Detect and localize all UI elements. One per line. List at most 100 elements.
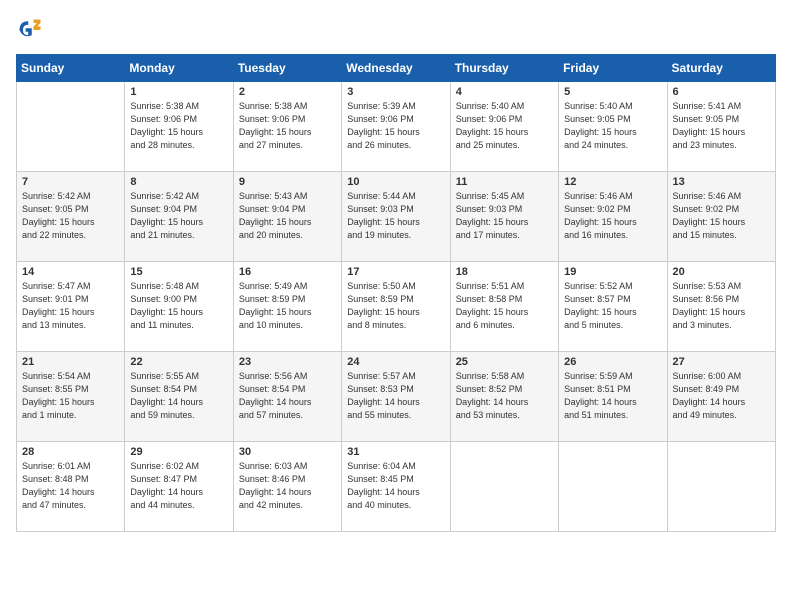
day-number: 24 [347,356,444,368]
day-number: 30 [239,446,336,458]
calendar-week-row: 7Sunrise: 5:42 AM Sunset: 9:05 PM Daylig… [17,172,776,262]
day-number: 26 [564,356,661,368]
day-info: Sunrise: 5:40 AM Sunset: 9:06 PM Dayligh… [456,100,553,152]
day-number: 8 [130,176,227,188]
day-number: 2 [239,86,336,98]
day-number: 15 [130,266,227,278]
calendar-cell: 17 Sunrise: 5:50 AM Sunset: 8:59 PM Dayli… [342,262,450,352]
calendar-cell: 19Sunrise: 5:52 AM Sunset: 8:57 PM Dayli… [559,262,667,352]
day-number: 17 [347,266,444,278]
day-info: Sunrise: 5:38 AM Sunset: 9:06 PM Dayligh… [130,100,227,152]
calendar-cell: 15 Sunrise: 5:48 AM Sunset: 9:00 PM Dayli… [125,262,233,352]
day-number: 18 [456,266,553,278]
day-number: 23 [239,356,336,368]
day-number: 25 [456,356,553,368]
calendar-cell: 30 Sunrise: 6:03 AM Sunset: 8:46 PM Dayli… [233,442,341,532]
day-number: 6 [673,86,770,98]
day-info: Sunrise: 6:02 AM Sunset: 8:47 PM Dayligh… [130,460,227,512]
day-header-thursday: Thursday [450,55,558,82]
day-info: Sunrise: 5:42 AM Sunset: 9:04 PM Dayligh… [130,190,227,242]
calendar-week-row: 1Sunrise: 5:38 AM Sunset: 9:06 PM Daylig… [17,82,776,172]
calendar-header-row: SundayMondayTuesdayWednesdayThursdayFrid… [17,55,776,82]
day-info: Sunrise: 5:58 AM Sunset: 8:52 PM Dayligh… [456,370,553,422]
calendar-cell: 9Sunrise: 5:43 AM Sunset: 9:04 PM Daylig… [233,172,341,262]
day-header-sunday: Sunday [17,55,125,82]
day-info: Sunrise: 5:47 AM Sunset: 9:01 PM Dayligh… [22,280,119,332]
day-header-tuesday: Tuesday [233,55,341,82]
day-info: Sunrise: 5:51 AM Sunset: 8:58 PM Dayligh… [456,280,553,332]
calendar-week-row: 14Sunrise: 5:47 AM Sunset: 9:01 PM Dayli… [17,262,776,352]
calendar-cell: 7Sunrise: 5:42 AM Sunset: 9:05 PM Daylig… [17,172,125,262]
day-number: 4 [456,86,553,98]
calendar-cell: 12 Sunrise: 5:46 AM Sunset: 9:02 PM Dayli… [559,172,667,262]
calendar-cell: 6 Sunrise: 5:41 AM Sunset: 9:05 PM Daylig… [667,82,775,172]
day-info: Sunrise: 5:45 AM Sunset: 9:03 PM Dayligh… [456,190,553,242]
calendar-cell: 11 Sunrise: 5:45 AM Sunset: 9:03 PM Dayli… [450,172,558,262]
day-info: Sunrise: 6:00 AM Sunset: 8:49 PM Dayligh… [673,370,770,422]
day-info: Sunrise: 6:04 AM Sunset: 8:45 PM Dayligh… [347,460,444,512]
day-info: Sunrise: 5:55 AM Sunset: 8:54 PM Dayligh… [130,370,227,422]
day-number: 20 [673,266,770,278]
calendar-cell: 20 Sunrise: 5:53 AM Sunset: 8:56 PM Dayli… [667,262,775,352]
day-info: Sunrise: 5:59 AM Sunset: 8:51 PM Dayligh… [564,370,661,422]
day-number: 31 [347,446,444,458]
day-number: 27 [673,356,770,368]
calendar-cell: 4 Sunrise: 5:40 AM Sunset: 9:06 PM Daylig… [450,82,558,172]
calendar-cell: 24 Sunrise: 5:57 AM Sunset: 8:53 PM Dayli… [342,352,450,442]
calendar-cell: 8 Sunrise: 5:42 AM Sunset: 9:04 PM Daylig… [125,172,233,262]
day-number: 5 [564,86,661,98]
day-number: 21 [22,356,119,368]
calendar-cell: 5Sunrise: 5:40 AM Sunset: 9:05 PM Daylig… [559,82,667,172]
calendar-cell: 26 Sunrise: 5:59 AM Sunset: 8:51 PM Dayli… [559,352,667,442]
day-info: Sunrise: 5:57 AM Sunset: 8:53 PM Dayligh… [347,370,444,422]
day-number: 11 [456,176,553,188]
day-number: 13 [673,176,770,188]
day-info: Sunrise: 5:44 AM Sunset: 9:03 PM Dayligh… [347,190,444,242]
day-info: Sunrise: 5:56 AM Sunset: 8:54 PM Dayligh… [239,370,336,422]
day-number: 7 [22,176,119,188]
calendar-week-row: 21 Sunrise: 5:54 AM Sunset: 8:55 PM Dayli… [17,352,776,442]
calendar-cell [559,442,667,532]
logo [16,16,46,44]
calendar-cell: 14Sunrise: 5:47 AM Sunset: 9:01 PM Dayli… [17,262,125,352]
calendar-cell: 18 Sunrise: 5:51 AM Sunset: 8:58 PM Dayli… [450,262,558,352]
calendar-cell: 22 Sunrise: 5:55 AM Sunset: 8:54 PM Dayli… [125,352,233,442]
day-number: 29 [130,446,227,458]
day-info: Sunrise: 5:54 AM Sunset: 8:55 PM Dayligh… [22,370,119,422]
day-number: 12 [564,176,661,188]
day-number: 10 [347,176,444,188]
calendar-cell: 1Sunrise: 5:38 AM Sunset: 9:06 PM Daylig… [125,82,233,172]
day-info: Sunrise: 5:46 AM Sunset: 9:02 PM Dayligh… [564,190,661,242]
day-number: 9 [239,176,336,188]
logo-icon [16,16,44,44]
day-info: Sunrise: 5:41 AM Sunset: 9:05 PM Dayligh… [673,100,770,152]
calendar-cell: 2Sunrise: 5:38 AM Sunset: 9:06 PM Daylig… [233,82,341,172]
page-header [16,16,776,44]
day-number: 16 [239,266,336,278]
calendar-cell: 10 Sunrise: 5:44 AM Sunset: 9:03 PM Dayli… [342,172,450,262]
day-info: Sunrise: 5:39 AM Sunset: 9:06 PM Dayligh… [347,100,444,152]
calendar-cell: 16 Sunrise: 5:49 AM Sunset: 8:59 PM Dayli… [233,262,341,352]
day-header-wednesday: Wednesday [342,55,450,82]
calendar-cell [17,82,125,172]
day-number: 22 [130,356,227,368]
day-number: 28 [22,446,119,458]
day-header-saturday: Saturday [667,55,775,82]
day-number: 19 [564,266,661,278]
calendar-week-row: 28Sunrise: 6:01 AM Sunset: 8:48 PM Dayli… [17,442,776,532]
calendar-cell: 25 Sunrise: 5:58 AM Sunset: 8:52 PM Dayli… [450,352,558,442]
day-info: Sunrise: 5:49 AM Sunset: 8:59 PM Dayligh… [239,280,336,332]
calendar-cell [450,442,558,532]
day-info: Sunrise: 5:48 AM Sunset: 9:00 PM Dayligh… [130,280,227,332]
calendar-cell: 23 Sunrise: 5:56 AM Sunset: 8:54 PM Dayli… [233,352,341,442]
day-info: Sunrise: 5:46 AM Sunset: 9:02 PM Dayligh… [673,190,770,242]
day-info: Sunrise: 5:53 AM Sunset: 8:56 PM Dayligh… [673,280,770,332]
calendar-cell: 29 Sunrise: 6:02 AM Sunset: 8:47 PM Dayli… [125,442,233,532]
day-info: Sunrise: 6:03 AM Sunset: 8:46 PM Dayligh… [239,460,336,512]
calendar-cell [667,442,775,532]
day-info: Sunrise: 5:50 AM Sunset: 8:59 PM Dayligh… [347,280,444,332]
calendar-cell: 3 Sunrise: 5:39 AM Sunset: 9:06 PM Daylig… [342,82,450,172]
calendar-cell: 13 Sunrise: 5:46 AM Sunset: 9:02 PM Dayli… [667,172,775,262]
day-number: 3 [347,86,444,98]
calendar-cell: 31 Sunrise: 6:04 AM Sunset: 8:45 PM Dayli… [342,442,450,532]
